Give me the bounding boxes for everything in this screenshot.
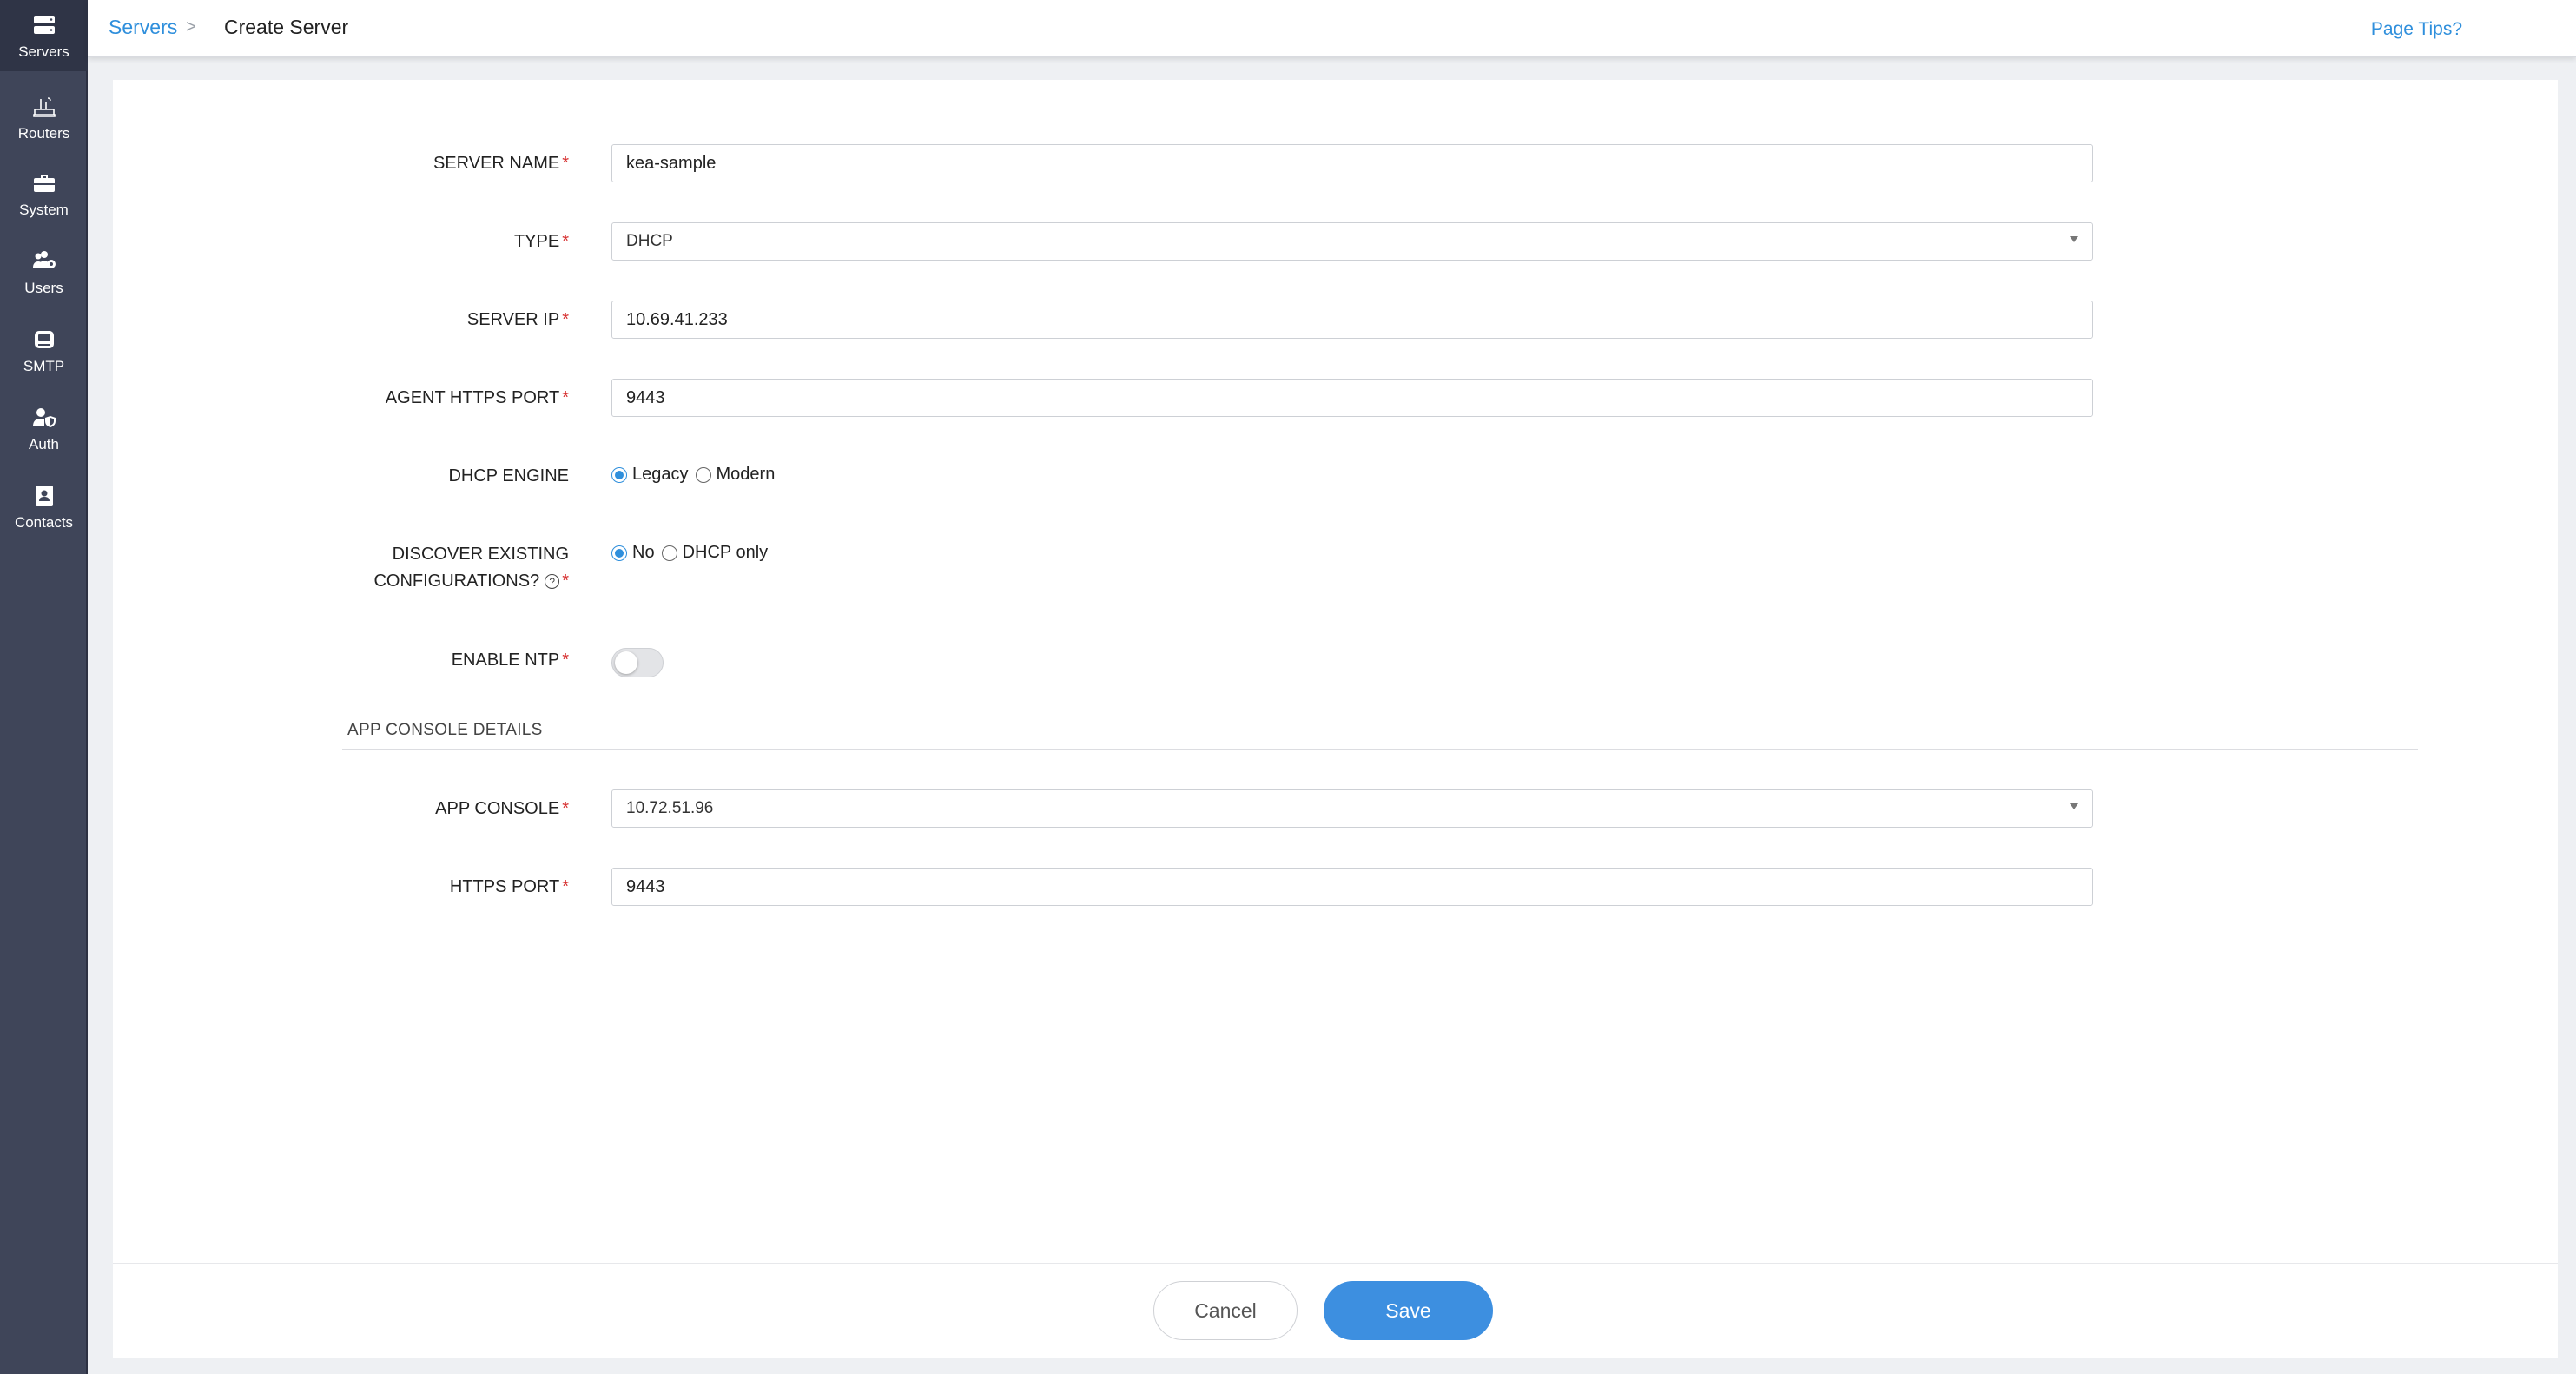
type-selected-value: DHCP [626,232,673,250]
app-console-select[interactable]: 10.72.51.96 [611,789,2093,828]
sidebar-item-auth[interactable]: Auth [0,405,88,453]
users-cog-icon [32,251,56,268]
sidebar-item-label: Users [24,280,63,296]
page-tips-link[interactable]: Page Tips? [2371,19,2462,40]
app-console-section-title: APP CONSOLE DETAILS [347,721,543,739]
app-console-selected-value: 10.72.51.96 [626,799,714,817]
agent-https-port-label: AGENT HTTPS PORT * [385,388,569,407]
agent-https-port-input[interactable]: 9443 [611,379,2093,417]
server-ip-value: 10.69.41.233 [626,309,728,329]
address-book-icon [35,486,53,506]
https-port-input[interactable]: 9443 [611,868,2093,906]
discover-dhcp-only-radio[interactable] [661,545,677,561]
sidebar-item-label: SMTP [23,358,65,374]
discover-configurations-radio-group: No DHCP only [611,543,775,563]
discover-configurations-label-line2: CONFIGURATIONS?? * [373,571,569,591]
top-header: Servers > Create Server Page Tips? [88,0,2576,57]
discover-no-radio[interactable] [611,545,627,561]
sidebar-item-routers[interactable]: Routers [0,94,88,142]
dhcp-engine-radio-group: Legacy Modern [611,465,782,485]
enable-ntp-toggle[interactable] [611,648,664,677]
toggle-knob [615,651,637,674]
sidebar-item-users[interactable]: Users [0,248,88,297]
create-server-form [113,80,2558,1358]
sidebar-item-smtp[interactable]: SMTP [0,327,88,375]
sidebar: Servers Routers System Users SMTP Auth C… [0,0,88,1374]
sidebar-item-contacts[interactable]: Contacts [0,483,88,532]
server-ip-label: SERVER IP * [466,310,569,329]
dhcp-engine-modern-radio[interactable] [695,466,711,483]
dhcp-engine-modern-label[interactable]: Modern [717,465,776,485]
sidebar-item-label: System [19,201,69,218]
server-ip-input[interactable]: 10.69.41.233 [611,301,2093,339]
user-shield-icon [32,408,56,427]
server-icon [33,16,55,34]
toolbox-icon [33,175,55,192]
discover-no-label[interactable]: No [632,543,655,563]
inbox-icon [34,331,54,348]
save-button[interactable]: Save [1324,1281,1493,1340]
chevron-down-icon [2070,236,2078,242]
sidebar-item-servers[interactable]: Servers [0,0,88,71]
server-name-input[interactable]: kea-sample [611,144,2093,182]
type-label: TYPE * [513,232,569,251]
server-name-label: SERVER NAME * [433,154,569,173]
question-circle-icon[interactable]: ? [545,574,560,590]
sidebar-item-label: Auth [29,436,59,452]
page-title: Create Server [224,16,349,38]
https-port-value: 9443 [626,876,665,896]
breadcrumb-servers-link[interactable]: Servers [109,16,177,39]
sidebar-item-system[interactable]: System [0,170,88,219]
cancel-button[interactable]: Cancel [1153,1281,1298,1340]
type-select[interactable]: DHCP [611,222,2093,261]
sidebar-item-label: Servers [18,43,69,60]
chevron-down-icon [2070,803,2078,809]
breadcrumb-separator: > [186,17,196,36]
dhcp-engine-label: DHCP ENGINE [448,466,569,486]
discover-dhcp-only-label[interactable]: DHCP only [683,543,769,563]
https-port-label: HTTPS PORT * [449,877,569,896]
enable-ntp-label: ENABLE NTP * [451,651,569,670]
server-name-value: kea-sample [626,153,717,173]
sidebar-item-label: Contacts [14,514,74,531]
sidebar-item-label: Routers [17,125,70,142]
dhcp-engine-legacy-radio[interactable] [611,466,627,483]
discover-configurations-label: DISCOVER EXISTING [392,545,569,564]
section-divider [342,749,2418,750]
agent-https-port-value: 9443 [626,387,665,407]
app-console-label: APP CONSOLE * [435,799,569,818]
dhcp-engine-legacy-label[interactable]: Legacy [632,465,689,485]
router-icon [32,97,56,117]
